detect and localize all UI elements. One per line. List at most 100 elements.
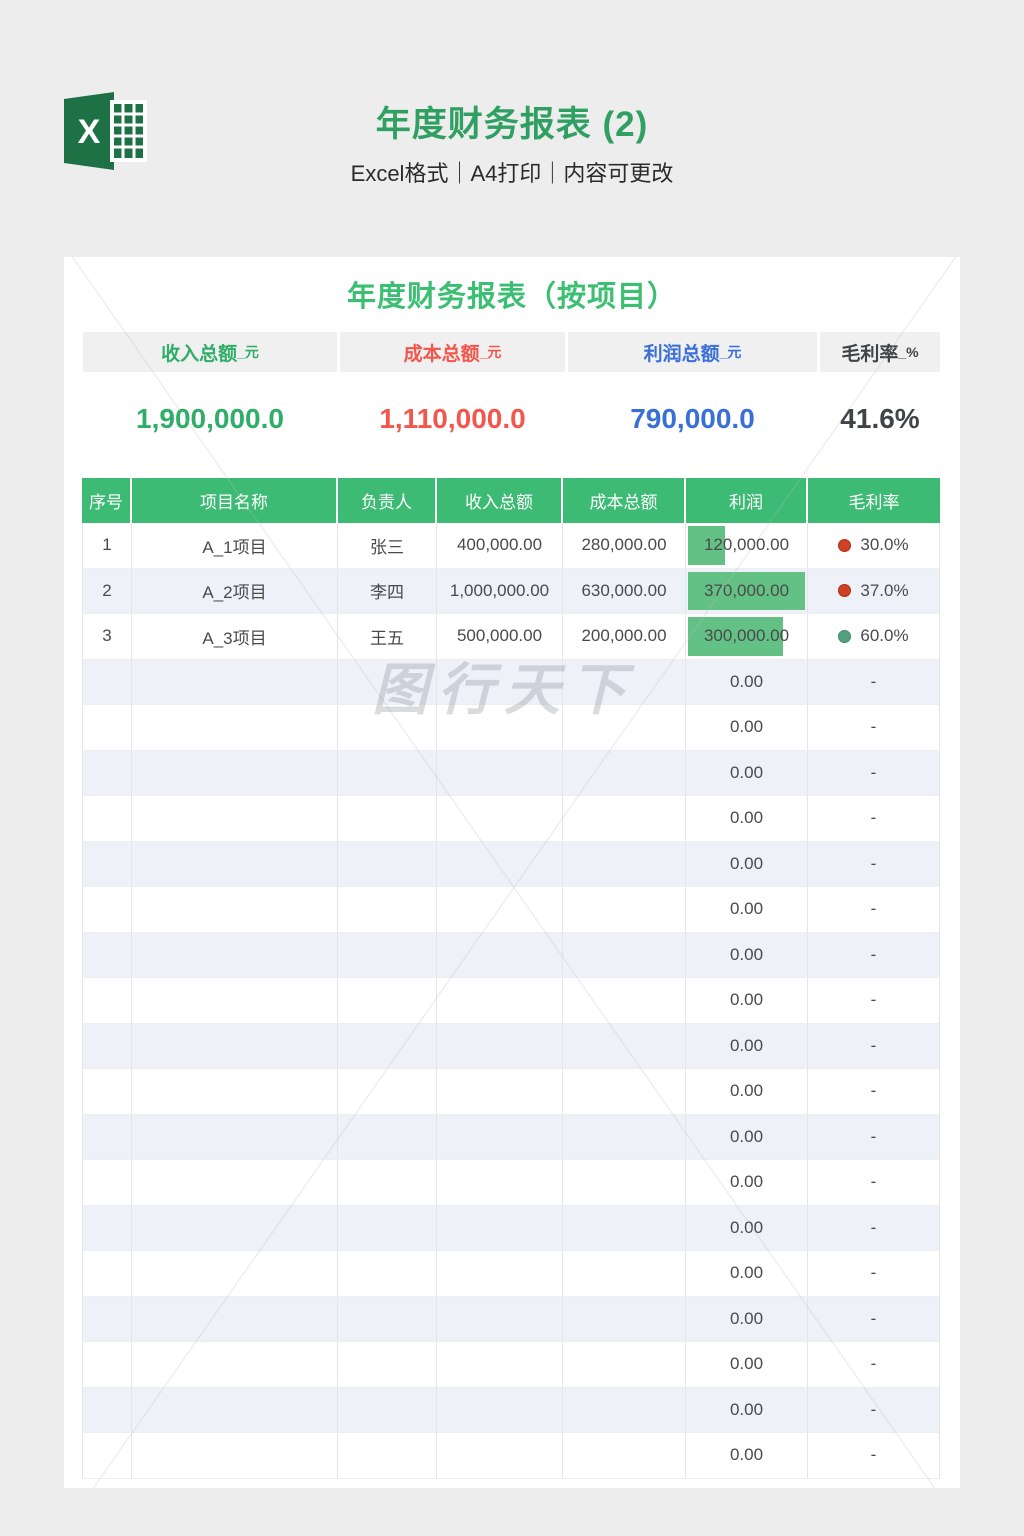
cell-owner [338,796,437,841]
cell-project-name [132,660,338,705]
table-row: 1A_1项目张三400,000.00280,000.00120,000.0030… [82,523,940,569]
profit-value: 0.00 [730,1036,763,1056]
summary-box-profit: 利润总额_元 [568,332,817,372]
cell-income [437,1160,563,1205]
cell-cost: 200,000.00 [563,614,686,659]
margin-value: - [871,1354,877,1374]
cell-project-name [132,887,338,932]
cell-margin: - [808,1297,940,1342]
cell-cost [563,1433,686,1478]
profit-value: 0.00 [730,808,763,828]
cell-income [437,933,563,978]
cell-profit: 0.00 [686,1342,808,1387]
cell-profit: 370,000.00 [686,569,808,614]
cell-project-name [132,978,338,1023]
cell-project-name [132,1433,338,1478]
cell-no [82,1206,132,1251]
cell-owner [338,1115,437,1160]
cell-income [437,887,563,932]
margin-value: - [871,1127,877,1147]
cell-cost [563,1115,686,1160]
summary-suffix-profit: _元 [720,342,742,362]
header-cell-cost: 成本总额 [563,478,686,523]
table-row: 0.00- [82,887,940,933]
cell-margin: - [808,660,940,705]
table-row: 0.00- [82,1388,940,1434]
cell-income: 500,000.00 [437,614,563,659]
header-cell-profit: 利润 [686,478,808,523]
profit-value: 0.00 [730,1309,763,1329]
cell-project-name [132,842,338,887]
cell-cost [563,705,686,750]
cell-cost [563,978,686,1023]
table-row: 0.00- [82,1069,940,1115]
margin-value: - [871,1263,877,1283]
cell-no [82,1388,132,1433]
table-row: 0.00 - [82,1251,940,1297]
cell-income [437,1388,563,1433]
header-cell-owner: 负责人 [338,478,437,523]
summary-value-income: 1,900,000.0 [83,395,337,443]
table-row: 0.00 - [82,1342,940,1388]
summary-value-margin: 41.6% [820,395,940,443]
margin-value: - [871,717,877,737]
cell-no [82,842,132,887]
cell-cost [563,887,686,932]
report-card: 年度财务报表（按项目） 收入总额_元 成本总额_元 利润总额_元 毛利率_% 1… [64,257,960,1488]
table-row: 0.00- [82,751,940,797]
cell-margin: - [808,796,940,841]
cell-margin: - [808,1024,940,1069]
cell-no [82,887,132,932]
cell-income [437,1069,563,1114]
cell-owner [338,842,437,887]
cell-margin: - [808,1160,940,1205]
profit-value: 0.00 [730,1400,763,1420]
table-row: 2A_2项目李四1,000,000.00630,000.00370,000.00… [82,569,940,615]
cell-owner [338,1433,437,1478]
margin-value: - [871,990,877,1010]
cell-income [437,1433,563,1478]
table-row: 0.00- [82,705,940,751]
cell-income [437,1115,563,1160]
cell-profit: 0.00 [686,1433,808,1478]
profit-value: 0.00 [730,945,763,965]
header-cell-margin: 毛利率 [808,478,940,523]
cell-project-name [132,751,338,796]
cell-income [437,1251,563,1296]
cell-margin: - [808,1251,940,1296]
cell-profit: 0.00 [686,660,808,705]
cell-no [82,751,132,796]
profit-value: 0.00 [730,990,763,1010]
table-row: 3A_3项目王五500,000.00200,000.00300,000.0060… [82,614,940,660]
cell-margin: - [808,978,940,1023]
red-circle-icon [838,584,851,597]
cell-cost [563,1024,686,1069]
header-cell-project-name: 项目名称 [132,478,338,523]
cell-cost: 630,000.00 [563,569,686,614]
summary-suffix-cost: _元 [480,342,502,362]
cell-profit: 0.00 [686,1251,808,1296]
cell-income [437,796,563,841]
cell-project-name [132,1388,338,1433]
cell-project-name [132,1297,338,1342]
cell-income [437,660,563,705]
summary-label-cost: 成本总额 [404,339,480,366]
profit-value: 0.00 [730,672,763,692]
cell-income [437,1024,563,1069]
cell-project-name [132,1342,338,1387]
cell-no [82,1160,132,1205]
profit-value: 0.00 [730,1218,763,1238]
cell-income: 1,000,000.00 [437,569,563,614]
cell-no [82,796,132,841]
cell-no [82,1069,132,1114]
cell-project-name [132,1206,338,1251]
red-circle-icon [838,539,851,552]
cell-owner [338,1297,437,1342]
cell-margin: - [808,705,940,750]
cell-profit: 0.00 [686,933,808,978]
profit-value: 0.00 [730,899,763,919]
table-row: 0.00- [82,1206,940,1252]
cell-income [437,1206,563,1251]
cell-income [437,705,563,750]
cell-cost [563,796,686,841]
